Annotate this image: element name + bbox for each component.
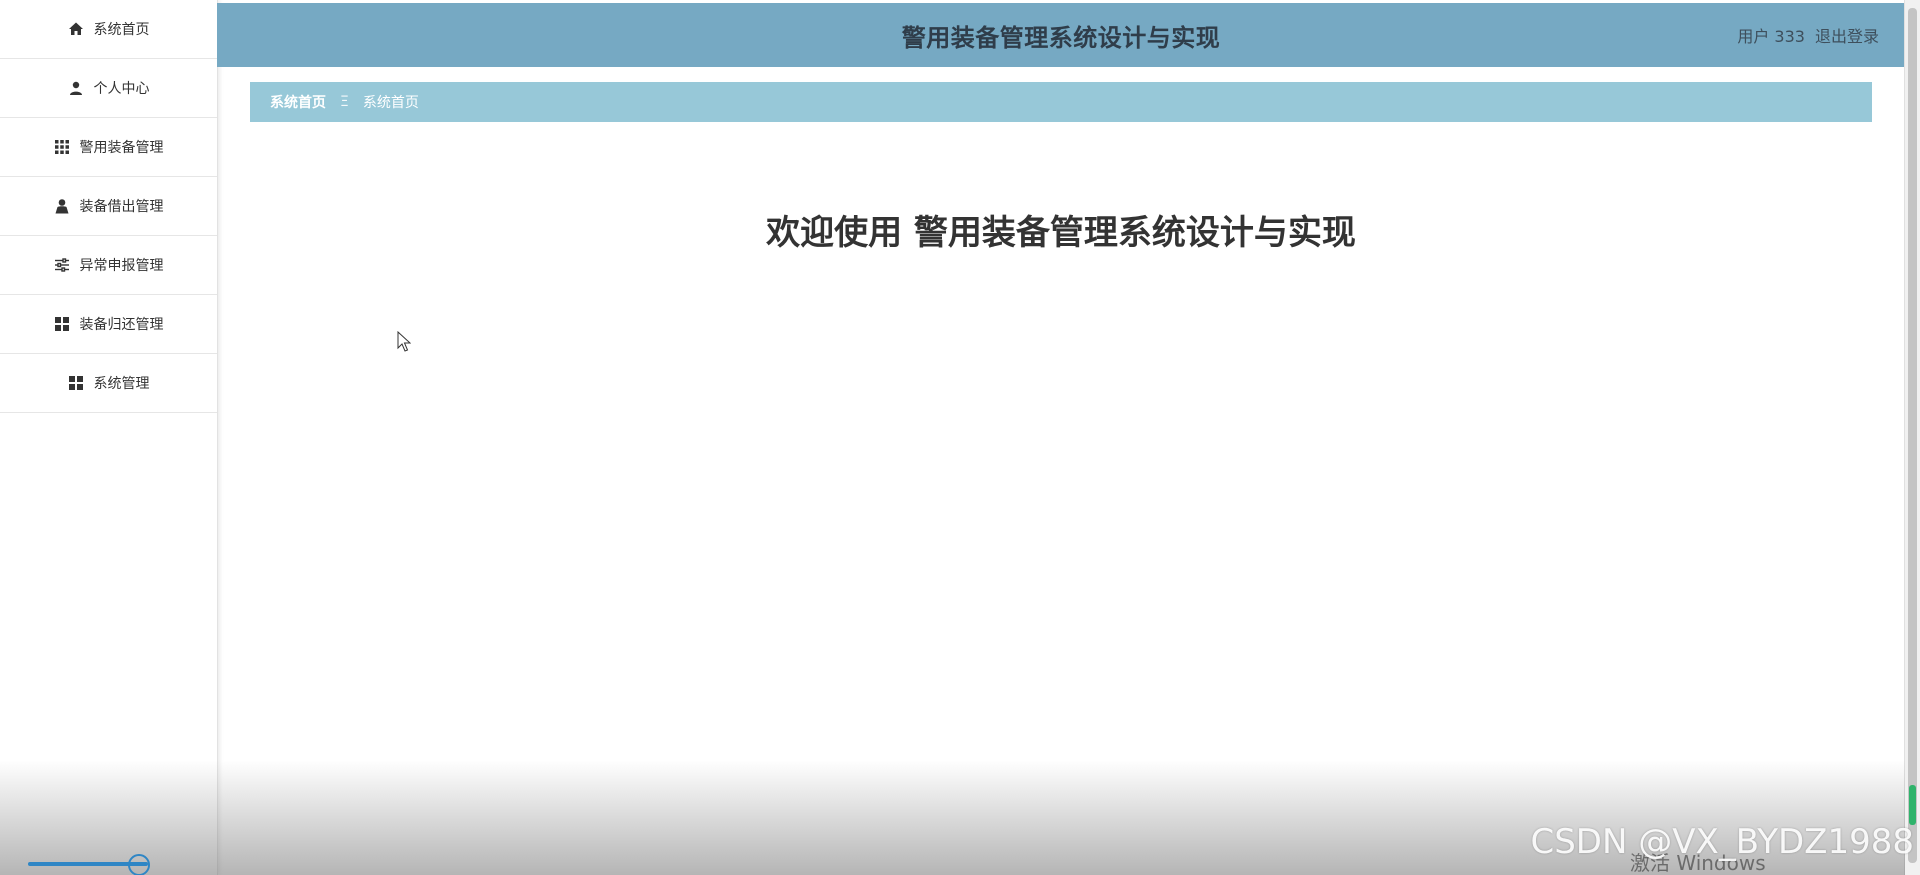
breadcrumb: 系统首页 Ξ 系统首页 [250,82,1872,122]
breadcrumb-separator-icon: Ξ [340,94,349,110]
user-area: 用户 333 退出登录 [1737,3,1879,67]
sidebar-item-label: 系统首页 [93,22,150,38]
sidebar-item-home[interactable]: 系统首页 [0,0,217,59]
sidebar-item-label: 系统管理 [93,376,150,392]
sidebar-item-label: 警用装备管理 [79,140,164,156]
user-name: 用户 333 [1737,27,1805,46]
sidebar-item-lending[interactable]: 装备借出管理 [0,177,217,236]
person-icon [54,198,70,214]
page-scrollbar[interactable] [1904,0,1920,875]
sidebar-item-label: 装备归还管理 [79,317,164,333]
watermark-text: CSDN @VX_BYDZ1988 [1530,822,1914,862]
sidebar-item-personal-center[interactable]: 个人中心 [0,59,217,118]
sidebar-item-label: 装备借出管理 [79,199,164,215]
logout-link[interactable]: 退出登录 [1815,23,1879,47]
sidebar: 系统首页 个人中心 警用装备管理 装备借出管理 异常申报管理 装备归还管理 系统… [0,0,218,875]
scrollbar-thumb[interactable] [1908,8,1917,863]
breadcrumb-current: 系统首页 [362,95,419,111]
page-title: 警用装备管理系统设计与实现 [901,23,1221,52]
sidebar-item-label: 异常申报管理 [79,258,164,274]
grid-icon [54,139,70,155]
home-icon [68,21,84,37]
breadcrumb-home[interactable]: 系统首页 [270,92,326,112]
sidebar-item-exception-report[interactable]: 异常申报管理 [0,236,217,295]
app-root: 系统首页 个人中心 警用装备管理 装备借出管理 异常申报管理 装备归还管理 系统… [0,0,1920,875]
media-slider-knob[interactable] [128,854,150,875]
apps-icon [54,316,70,332]
sidebar-item-equipment[interactable]: 警用装备管理 [0,118,217,177]
welcome-heading: 欢迎使用 警用装备管理系统设计与实现 [766,213,1356,253]
sidebar-item-return[interactable]: 装备归还管理 [0,295,217,354]
mouse-cursor-icon [397,331,411,352]
sliders-icon [54,257,70,273]
sidebar-item-system[interactable]: 系统管理 [0,354,217,413]
sidebar-item-label: 个人中心 [93,81,150,97]
user-icon [68,80,84,96]
apps-icon [68,375,84,391]
scrollbar-marker [1909,785,1916,825]
top-header: 警用装备管理系统设计与实现 用户 333 退出登录 [217,3,1905,67]
